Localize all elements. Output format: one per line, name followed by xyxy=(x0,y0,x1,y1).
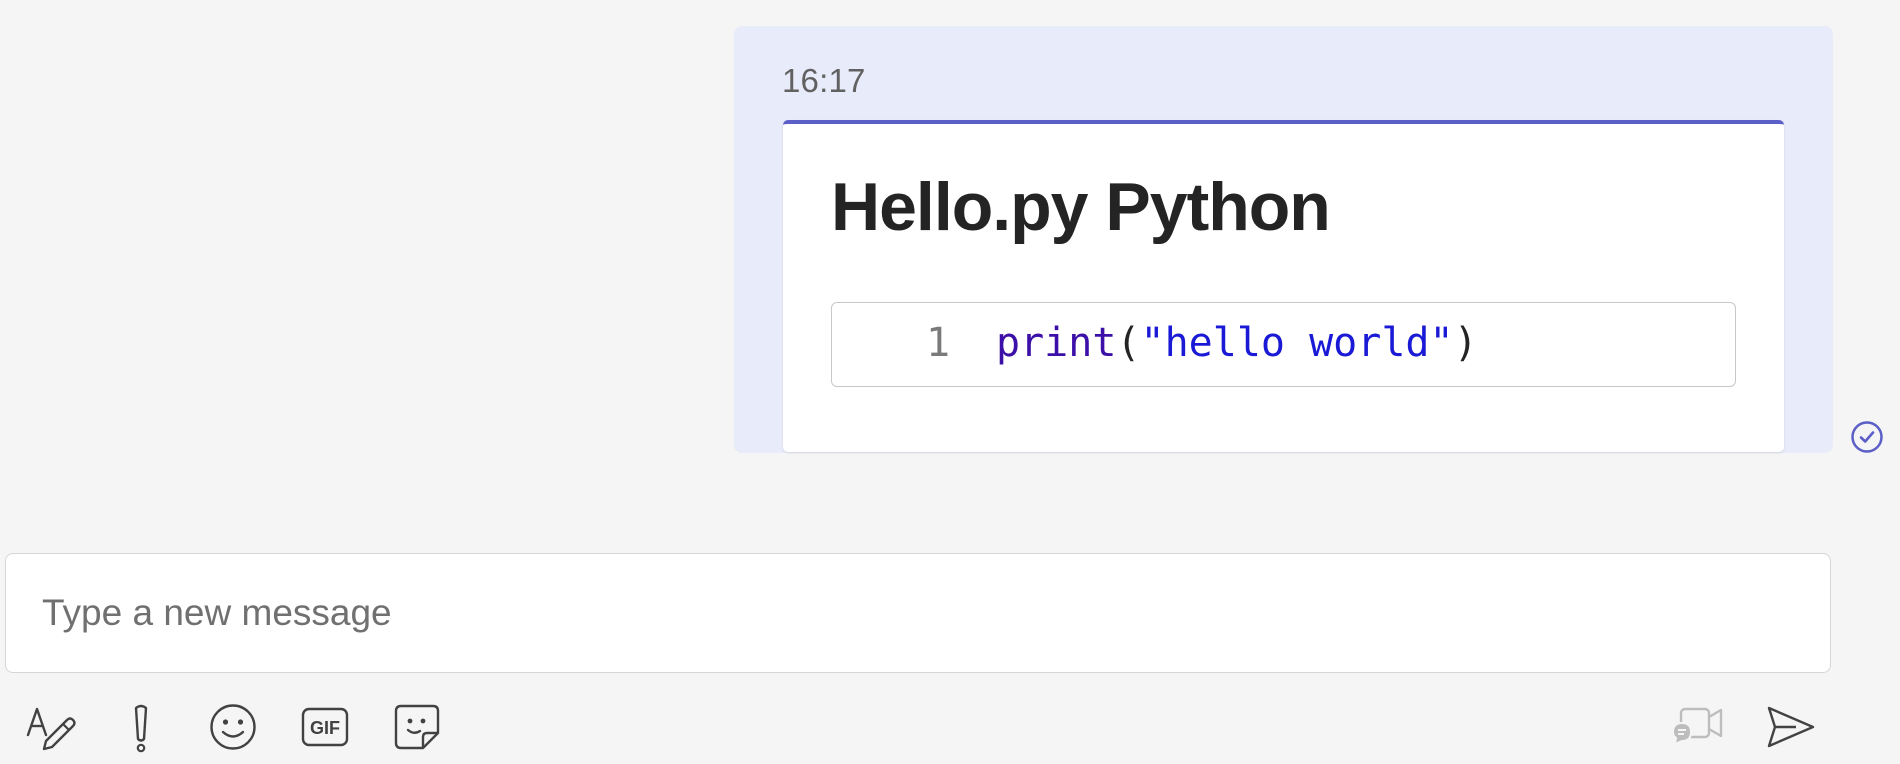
chat-pane: 16:17 Hello.py Python 1 print("hello wor… xyxy=(0,0,1900,764)
svg-text:GIF: GIF xyxy=(310,718,340,738)
code-block: 1 print("hello world") xyxy=(831,302,1736,387)
meet-now-icon[interactable] xyxy=(1668,697,1728,757)
emoji-icon[interactable] xyxy=(203,697,263,757)
important-icon[interactable] xyxy=(111,697,171,757)
message-input[interactable] xyxy=(40,584,1744,642)
sticker-icon[interactable] xyxy=(387,697,447,757)
format-icon[interactable] xyxy=(20,697,80,757)
code-token-close-paren: ) xyxy=(1453,320,1478,366)
gif-icon[interactable]: GIF xyxy=(295,697,355,757)
message-bubble[interactable]: 16:17 Hello.py Python 1 print("hello wor… xyxy=(734,26,1833,453)
code-line-number: 1 xyxy=(926,320,951,366)
compose-box[interactable] xyxy=(5,553,1831,673)
message-timestamp: 16:17 xyxy=(782,62,866,99)
adaptive-card: Hello.py Python 1 print("hello world") xyxy=(783,120,1784,452)
code-token-string: "hello world" xyxy=(1140,320,1454,366)
code-token-function: print xyxy=(996,320,1117,366)
send-icon[interactable] xyxy=(1760,697,1820,757)
read-receipt-check-icon xyxy=(1850,420,1884,454)
card-title: Hello.py Python xyxy=(831,169,1331,245)
code-line: print("hello world") xyxy=(996,320,1478,366)
code-token-open-paren: ( xyxy=(1116,320,1141,366)
